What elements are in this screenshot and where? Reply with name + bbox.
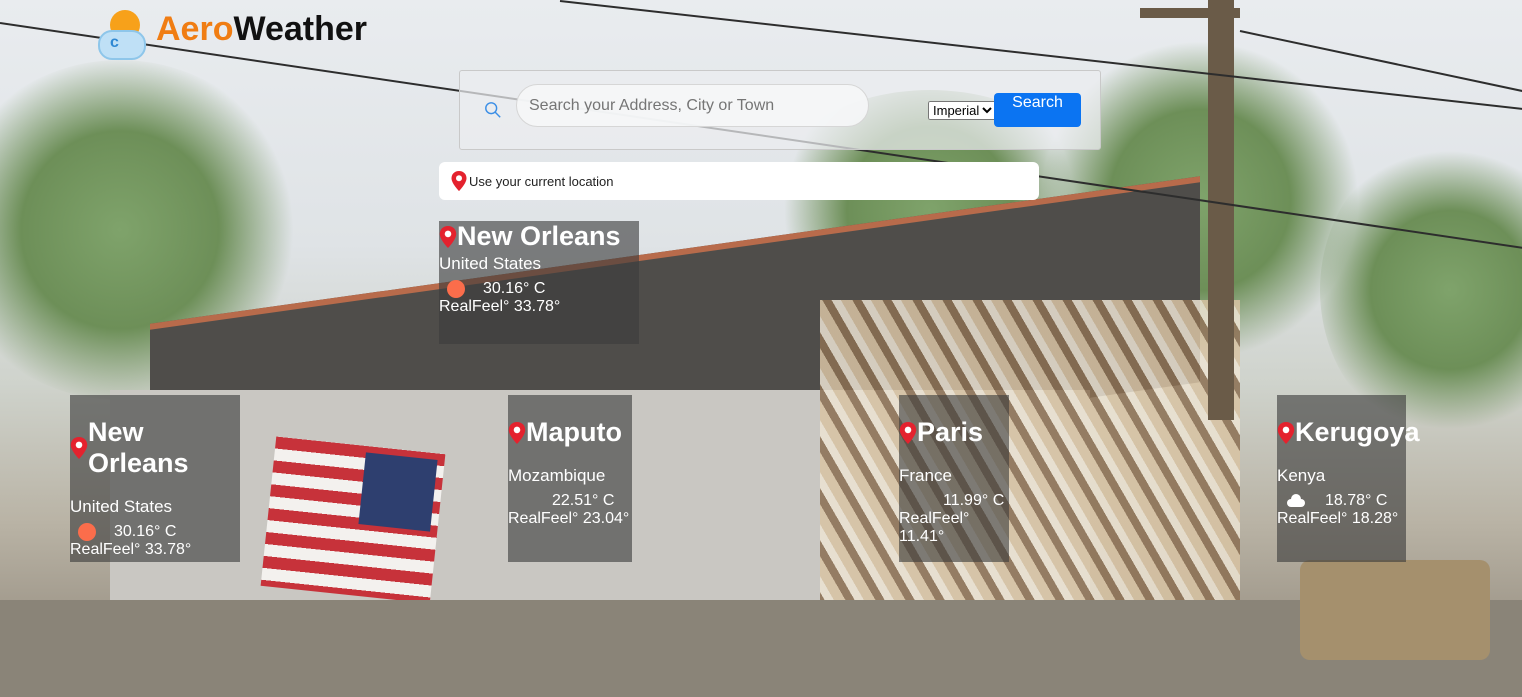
card-city: New Orleans — [439, 221, 639, 252]
card-city: Maputo — [508, 417, 632, 448]
card-city-name: New Orleans — [457, 221, 621, 251]
card-temperature: 18.78° C — [1325, 492, 1388, 509]
card-realfeel: RealFeel° 11.41° — [899, 510, 970, 545]
weather-icon — [907, 492, 925, 510]
card-country: Mozambique — [508, 466, 606, 485]
current-location-label: Use your current location — [469, 173, 614, 189]
card-temperature-row: 22.51° C — [508, 492, 632, 510]
card-realfeel: RealFeel° 18.28° — [1277, 510, 1399, 527]
city-card[interactable]: New Orleans United States 30.16° C RealF… — [70, 395, 240, 562]
card-temperature: 30.16° C — [114, 523, 177, 540]
sun-icon — [447, 280, 465, 298]
card-temperature-row: 11.99° C — [899, 492, 1009, 510]
location-pin-icon — [508, 421, 526, 444]
search-button-label: Search — [1012, 94, 1063, 111]
card-city: Kerugoya — [1277, 417, 1420, 448]
card-realfeel: RealFeel° 23.04° — [508, 510, 630, 527]
sun-icon — [78, 523, 96, 541]
city-card[interactable]: Kerugoya Kenya 18.78° C RealFeel° 18.28° — [1277, 395, 1420, 562]
unit-select[interactable]: Imperial — [928, 101, 996, 120]
use-current-location[interactable]: Use your current location — [439, 162, 1039, 200]
card-country: France — [899, 466, 952, 485]
location-pin-icon — [439, 225, 457, 248]
city-card[interactable]: Maputo Mozambique 22.51° C RealFeel° 23.… — [508, 395, 632, 562]
card-country: United States — [70, 497, 173, 516]
search-icon[interactable] — [484, 101, 502, 119]
card-city-name: New Orleans — [88, 417, 189, 478]
main-weather-card[interactable]: New Orleans United States 30.16° C RealF… — [439, 221, 639, 344]
app-logo[interactable]: c AeroWeather — [96, 8, 367, 60]
card-temperature: 11.99° C — [943, 492, 1005, 509]
location-pin-icon — [899, 421, 917, 444]
card-realfeel: RealFeel° 33.78° — [439, 298, 561, 315]
search-panel: Imperial Search — [459, 70, 1101, 150]
location-pin-icon — [1277, 421, 1295, 444]
card-city-name: Kerugoya — [1295, 417, 1420, 447]
card-city-name: Paris — [917, 417, 984, 447]
card-realfeel: RealFeel° 33.78° — [70, 541, 192, 558]
card-temperature-row: 30.16° C — [439, 280, 639, 298]
card-temperature-row: 30.16° C — [70, 523, 240, 541]
card-temperature: 30.16° C — [483, 280, 546, 297]
weather-icon — [516, 492, 534, 510]
brand-name: AeroWeather — [156, 10, 367, 49]
location-pin-icon — [451, 171, 467, 191]
brand-weather: Weather — [233, 9, 367, 48]
card-temperature-row: 18.78° C — [1277, 492, 1406, 510]
card-city: Paris — [899, 417, 1009, 448]
card-temperature: 22.51° C — [552, 492, 615, 509]
card-city-name: Maputo — [526, 417, 622, 447]
location-pin-icon — [70, 437, 88, 459]
search-input[interactable] — [516, 84, 869, 127]
card-country: Kenya — [1277, 466, 1326, 485]
card-city: New Orleans — [70, 417, 240, 479]
brand-aero: Aero — [156, 9, 234, 48]
city-card[interactable]: Paris France 11.99° C RealFeel° 11.41° — [899, 395, 1009, 562]
cloud-icon — [1285, 494, 1307, 508]
card-country: United States — [439, 254, 542, 273]
weather-logo-icon: c — [96, 8, 148, 60]
search-button[interactable]: Search — [994, 93, 1081, 127]
